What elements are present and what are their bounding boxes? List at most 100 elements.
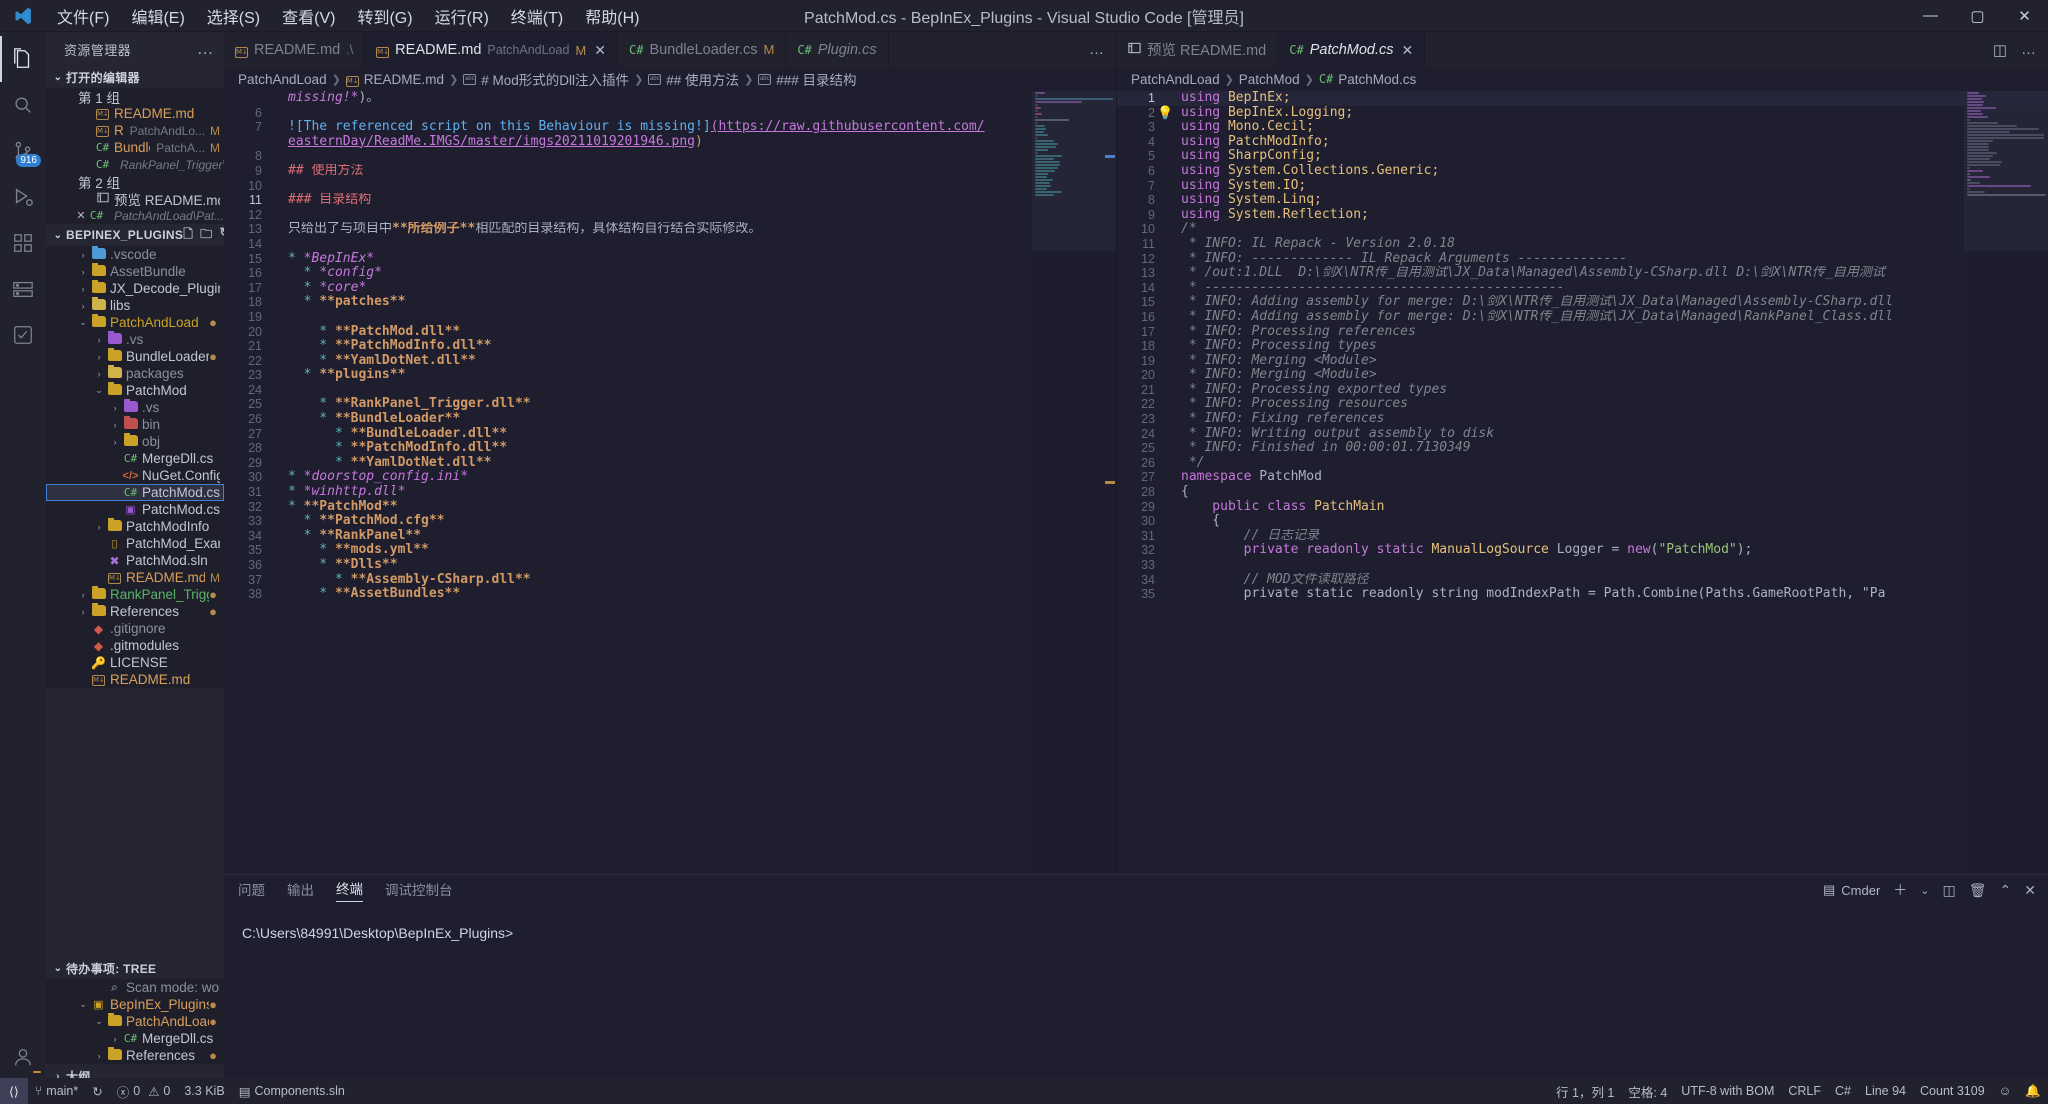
tree-folder-item[interactable]: ⌄ PatchAndLoad/Patch...● <box>46 1013 224 1030</box>
line-count-indicator[interactable]: Line 94 <box>1858 1078 1913 1104</box>
tree-folder-item[interactable]: › libs <box>46 297 224 314</box>
accounts-icon[interactable] <box>0 1034 46 1080</box>
tab-plugin[interactable]: C# Plugin.cs <box>786 32 889 67</box>
chevron-right-icon[interactable]: › <box>108 403 122 413</box>
chevron-right-icon[interactable]: › <box>108 437 122 447</box>
breadcrumb-item[interactable]: PatchMod <box>1239 72 1300 87</box>
chevron-right-icon[interactable]: › <box>76 267 90 277</box>
menu-terminal[interactable]: 终端(T) <box>500 0 574 32</box>
workspace-header[interactable]: ⌄ BEPINEX_PLUGINS 🗋 🗀 ↻ ⊟ <box>46 224 224 246</box>
chevron-right-icon[interactable]: › <box>92 352 106 362</box>
chevron-right-icon[interactable]: › <box>76 607 90 617</box>
close-panel-icon[interactable]: ✕ <box>2024 882 2036 899</box>
tree-file-item[interactable]: C# MergeDll.cs <box>46 450 224 467</box>
tree-folder-item[interactable]: › RankPanel_Trigger● <box>46 586 224 603</box>
open-editors-header[interactable]: ⌄ 打开的编辑器 <box>46 66 224 88</box>
terminal-selector[interactable]: ▤ Cmder <box>1823 882 1880 898</box>
remote-window-button[interactable]: ⟨⟩ <box>0 1078 28 1104</box>
tree-folder-item[interactable]: › C# MergeDll.cs <box>46 1030 224 1047</box>
open-editor-item[interactable]: C# Plugin.cs RankPanel_Trigger\Ra... <box>46 156 224 173</box>
tree-folder-item[interactable]: › packages <box>46 365 224 382</box>
tabstrip-group-1[interactable]: M↓ README.md .\ M↓ README.md PatchAndLoa… <box>224 32 1116 67</box>
split-terminal-icon[interactable]: ◫ <box>1943 882 1956 899</box>
chevron-right-icon[interactable]: › <box>76 284 90 294</box>
tabstrip-group-2[interactable]: 预览 README.md C# PatchMod.cs ✕ ◫ … <box>1117 32 2048 67</box>
minimize-button[interactable]: — <box>1907 0 1954 32</box>
tree-file-item[interactable]: </> NuGet.Config <box>46 467 224 484</box>
breadcrumb-item[interactable]: PatchAndLoad <box>238 72 327 87</box>
menu-view[interactable]: 查看(V) <box>271 0 346 32</box>
tree-folder-item[interactable]: › bin <box>46 416 224 433</box>
breadcrumb-item[interactable]: # Mod形式的Dll注入插件 <box>481 69 629 89</box>
editor-content-csharp[interactable]: 1 using BepInEx; 2 💡 using BepInEx.Logging; 3… <box>1117 91 2048 874</box>
breadcrumb-item[interactable]: PatchAndLoad <box>1131 72 1220 87</box>
tab-close-icon[interactable]: ✕ <box>594 42 606 59</box>
tree-folder-item[interactable]: › JX_Decode_Plugin <box>46 280 224 297</box>
tree-folder-item[interactable]: ⌄ ▣ BepInEx_Plugins ● <box>46 996 224 1013</box>
editor-more-actions[interactable]: … <box>2021 41 2036 58</box>
todo-tree-icon[interactable] <box>0 312 46 358</box>
solution-button[interactable]: ▤ Components.sln <box>232 1078 352 1104</box>
file-size-indicator[interactable]: 3.3 KiB <box>177 1078 231 1104</box>
activity-bar[interactable]: 916 <box>0 32 46 1104</box>
chevron-right-icon[interactable]: › <box>92 369 106 379</box>
chevron-down-icon[interactable]: ⌄ <box>1920 884 1929 897</box>
editor-content-markdown[interactable]: missing!*)。 6 7 ![The referenced script on … <box>224 91 1116 874</box>
panel-tab-problems[interactable]: 问题 <box>238 879 265 902</box>
new-folder-icon[interactable]: 🗀 <box>200 225 212 246</box>
chevron-right-icon[interactable]: › <box>76 250 90 260</box>
tree-folder-item[interactable]: ⌄ PatchMod <box>46 382 224 399</box>
tree-folder-item[interactable]: › .vscode <box>46 246 224 263</box>
tab-bundleloader[interactable]: C# BundleLoader.cs M <box>617 32 787 67</box>
breadcrumb-item[interactable]: ### 目录结构 <box>776 69 856 89</box>
chevron-right-icon[interactable]: › <box>92 522 106 532</box>
indentation-button[interactable]: 空格: 4 <box>1621 1078 1674 1104</box>
tree-folder-item[interactable]: › References ● <box>46 603 224 620</box>
tree-folder-item[interactable]: ⌄ PatchAndLoad ● <box>46 314 224 331</box>
panel-tab-output[interactable]: 输出 <box>287 879 314 902</box>
close-button[interactable]: ✕ <box>2001 0 2048 32</box>
eol-button[interactable]: CRLF <box>1781 1078 1828 1104</box>
tree-folder-item[interactable]: › obj <box>46 433 224 450</box>
chevron-right-icon[interactable]: › <box>108 420 122 430</box>
tree-file-item[interactable]: 🔑 LICENSE <box>46 654 224 671</box>
maximize-button[interactable]: ▢ <box>1954 0 2001 32</box>
maximize-panel-icon[interactable]: ⌃ <box>2000 882 2012 899</box>
split-editor-icon[interactable]: ◫ <box>1993 41 2007 59</box>
tree-file-item[interactable]: ◆ .gitmodules <box>46 637 224 654</box>
open-editor-item[interactable]: 预览 README.md <box>46 190 224 207</box>
open-editor-item[interactable]: M↓ README.md <box>46 105 224 122</box>
kill-terminal-icon[interactable]: 🗑 <box>1969 882 1987 899</box>
scrollbar-csharp[interactable] <box>2036 91 2048 874</box>
git-sync-button[interactable]: ↻ <box>85 1078 109 1104</box>
tree-file-item[interactable]: ▯ PatchMod_Example.zip <box>46 535 224 552</box>
tree-file-item[interactable]: ⌕ Scan mode: workspace and op... <box>46 979 224 996</box>
chevron-right-icon[interactable]: › <box>76 301 90 311</box>
panel-tab-terminal[interactable]: 终端 <box>336 878 363 902</box>
status-bar[interactable]: ⟨⟩ ⑂ main* ↻ ⓧ 0 ⚠ 0 3.3 KiB ▤ Component… <box>0 1078 2048 1104</box>
tree-folder-item[interactable]: › .vs <box>46 331 224 348</box>
notifications-bell-icon[interactable]: 🔔 <box>2018 1078 2048 1104</box>
open-editor-item[interactable]: ✕ C# PatchMod.cs PatchAndLoad\Pat... <box>46 207 224 224</box>
new-file-icon[interactable]: 🗋 <box>183 225 193 246</box>
chevron-down-icon[interactable]: ⌄ <box>92 1016 106 1027</box>
chevron-right-icon[interactable]: › <box>108 1034 122 1044</box>
tree-folder-item[interactable]: › AssetBundle <box>46 263 224 280</box>
tree-file-item[interactable]: C# PatchMod.cs <box>46 484 224 501</box>
tree-folder-item[interactable]: › References ● <box>46 1047 224 1064</box>
panel-tab-debug-console[interactable]: 调试控制台 <box>385 879 453 902</box>
tree-file-item[interactable]: ▣ PatchMod.csproj <box>46 501 224 518</box>
todo-tree-body[interactable]: ⌕Scan mode: workspace and op...⌄▣BepInEx… <box>46 979 224 1064</box>
chevron-right-icon[interactable]: › <box>92 335 106 345</box>
extensions-icon[interactable] <box>0 220 46 266</box>
menu-edit[interactable]: 编辑(E) <box>120 0 195 32</box>
chevron-right-icon[interactable]: › <box>92 1051 106 1061</box>
open-editors-group[interactable]: 第 1 组 <box>46 88 224 106</box>
menu-run[interactable]: 运行(R) <box>424 0 500 32</box>
sidebar-more-actions[interactable]: … <box>197 39 214 59</box>
breadcrumb-group-2[interactable]: PatchAndLoad ❯ PatchMod ❯ C# PatchMod.cs <box>1117 67 2048 91</box>
source-control-icon[interactable]: 916 <box>0 128 46 174</box>
editor-more-actions[interactable]: … <box>1089 41 1104 58</box>
tree-file-item[interactable]: ✖ PatchMod.sln <box>46 552 224 569</box>
tab-close-icon[interactable]: ✕ <box>1402 42 1414 59</box>
